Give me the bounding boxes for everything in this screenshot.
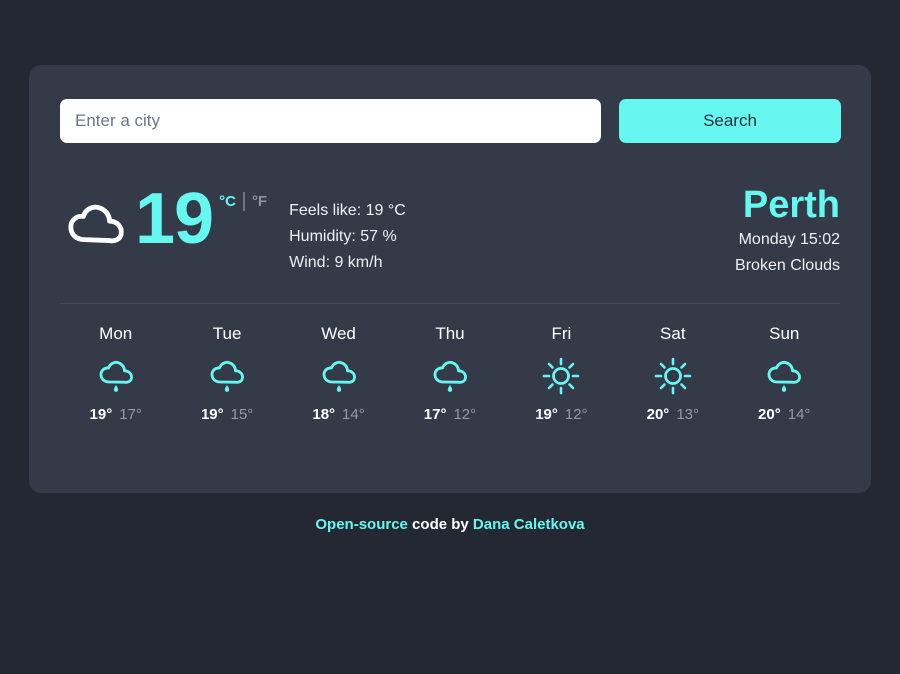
forecast-day: Tue 19° 15° <box>171 324 282 423</box>
forecast-high: 19° <box>200 406 224 423</box>
weather-card: Search 19 °C °F Feels like: 19 °C Humi <box>29 65 871 493</box>
wind-text: Wind: 9 km/h <box>289 254 383 271</box>
forecast-day: Wed 18° 14° <box>283 324 394 423</box>
forecast-low: 12° <box>564 406 588 423</box>
section-divider <box>60 303 840 304</box>
current-weather-left: 19 °C °F Feels like: 19 °C Humidity: 57 … <box>60 172 735 276</box>
forecast-low: 17° <box>119 406 142 423</box>
forecast-day-name: Wed <box>321 324 356 343</box>
forecast-day-name: Sat <box>660 324 686 343</box>
current-weather-right: Perth Monday 15:02 Broken Clouds <box>735 184 840 279</box>
rain-icon <box>429 355 471 397</box>
author-link[interactable]: Dana Caletkova <box>473 516 585 533</box>
current-datetime: Monday 15:02 <box>738 230 840 248</box>
forecast-high: 18° <box>312 406 336 423</box>
forecast-low: 12° <box>453 406 477 423</box>
rain-icon <box>206 355 248 397</box>
search-button[interactable]: Search <box>619 99 841 143</box>
rain-icon <box>95 355 137 397</box>
footer: Open-source code by Dana Caletkova <box>0 516 900 533</box>
forecast-day: Sat 20° 13° <box>617 324 728 423</box>
open-source-link[interactable]: Open-source <box>315 516 408 533</box>
forecast-day-name: Sun <box>769 324 800 343</box>
forecast-day-name: Fri <box>551 324 572 343</box>
forecast-low: 13° <box>676 406 699 423</box>
forecast-high: 17° <box>423 406 447 423</box>
humidity-text: Humidity: 57 % <box>289 228 397 245</box>
forecast-day-name: Thu <box>435 324 465 343</box>
feels-like-text: Feels like: 19 °C <box>289 202 406 219</box>
current-condition: Broken Clouds <box>735 256 840 274</box>
forecast-low: 14° <box>787 406 811 423</box>
forecast-temps: 20° 14° <box>729 406 840 423</box>
cloud-icon <box>65 197 127 259</box>
forecast-day: Thu 17° 12° <box>394 324 505 423</box>
forecast-temps: 18° 14° <box>283 406 394 423</box>
forecast-high: 20° <box>758 406 781 423</box>
rain-icon <box>318 355 360 397</box>
footer-middle-text: code by <box>407 516 473 533</box>
forecast-high: 19° <box>89 406 113 423</box>
city-name: Perth <box>742 184 840 226</box>
current-weather: 19 °C °F Feels like: 19 °C Humidity: 57 … <box>60 172 840 280</box>
unit-toggle: °C °F <box>219 192 267 211</box>
unit-fahrenheit-button[interactable]: °F <box>252 193 267 210</box>
forecast-day: Sun 20° 14° <box>729 324 840 423</box>
forecast-day-name: Tue <box>212 324 242 343</box>
forecast-day-name: Mon <box>99 324 133 343</box>
forecast-temps: 19° 15° <box>171 406 282 423</box>
current-temperature: 19 <box>135 179 214 259</box>
sun-icon <box>652 355 694 397</box>
weather-app: Search 19 °C °F Feels like: 19 °C Humi <box>0 0 900 674</box>
unit-separator <box>242 192 245 211</box>
forecast-temps: 19° 17° <box>60 406 171 423</box>
forecast-row: Mon 19° 17° Tue 19° 15° Wed 18° 14° Thu 17° 12°… <box>60 324 840 423</box>
current-details: Feels like: 19 °C Humidity: 57 % Wind: 9… <box>289 198 406 276</box>
forecast-temps: 19° 12° <box>506 406 617 423</box>
search-row: Search <box>60 99 841 143</box>
rain-icon <box>763 355 805 397</box>
unit-celsius-button[interactable]: °C <box>219 193 236 210</box>
search-input[interactable] <box>60 99 601 143</box>
forecast-temps: 17° 12° <box>394 406 505 423</box>
forecast-low: 15° <box>230 406 254 423</box>
sun-icon <box>540 355 582 397</box>
forecast-day: Mon 19° 17° <box>60 324 171 423</box>
forecast-temps: 20° 13° <box>617 406 728 423</box>
forecast-high: 19° <box>535 406 558 423</box>
forecast-high: 20° <box>646 406 670 423</box>
forecast-low: 14° <box>342 406 365 423</box>
forecast-day: Fri 19° 12° <box>506 324 617 423</box>
